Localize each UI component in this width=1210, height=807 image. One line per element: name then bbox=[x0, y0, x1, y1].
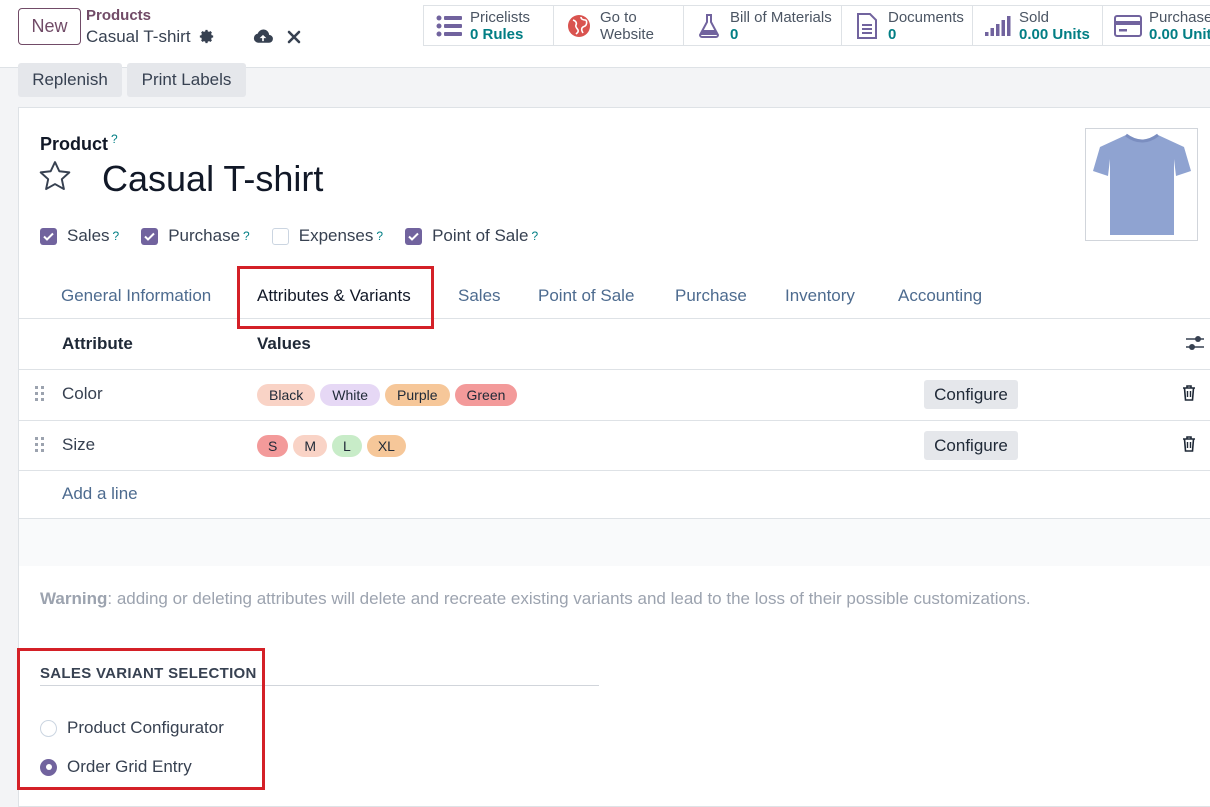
value-tag[interactable]: XL bbox=[366, 435, 406, 457]
help-tooltip[interactable]: ? bbox=[243, 229, 250, 243]
help-tooltip[interactable]: ? bbox=[113, 229, 120, 243]
smart-value: 0.00 Units bbox=[1149, 25, 1210, 43]
checkbox-sales[interactable]: Sales? bbox=[40, 226, 119, 246]
breadcrumb-parent[interactable]: Products bbox=[86, 7, 151, 24]
smart-button-website[interactable]: Go to Website bbox=[553, 5, 684, 46]
value-tag[interactable]: L bbox=[332, 435, 362, 457]
check-icon bbox=[141, 227, 159, 245]
tab-general-information[interactable]: General Information bbox=[61, 286, 211, 306]
tab-sales[interactable]: Sales bbox=[458, 286, 501, 306]
smart-label: Go to bbox=[600, 8, 637, 26]
control-panel: New Products Casual T-shirt Pricelists 0 … bbox=[0, 0, 1210, 68]
globe-icon bbox=[564, 11, 594, 41]
configure-button[interactable]: Configure bbox=[924, 380, 1018, 409]
form-sheet: Product? Casual T-shirt Sales? Purchase?… bbox=[17, 107, 1210, 807]
trash-icon[interactable] bbox=[1182, 385, 1196, 406]
check-icon bbox=[40, 227, 57, 245]
value-tag[interactable]: S bbox=[257, 435, 289, 457]
warning-message: : adding or deleting attributes will del… bbox=[107, 589, 1031, 608]
smart-label: Sold bbox=[1019, 8, 1050, 26]
smart-value: 0 bbox=[730, 25, 739, 43]
breadcrumb-actions bbox=[198, 28, 301, 45]
smart-label: Bill of Materials bbox=[730, 8, 832, 26]
attribute-name[interactable]: Size bbox=[62, 435, 95, 455]
notebook-tabs: General Information Attributes & Variant… bbox=[19, 268, 1210, 319]
smart-value: 0 Rules bbox=[470, 25, 524, 43]
help-tooltip[interactable]: ? bbox=[376, 229, 383, 243]
product-name-field[interactable]: Casual T-shirt bbox=[102, 158, 323, 200]
highlight-box bbox=[237, 266, 434, 329]
checkbox-point-of-sale[interactable]: Point of Sale? bbox=[405, 226, 538, 246]
row-divider bbox=[19, 470, 1210, 471]
smart-value: 0 bbox=[888, 25, 897, 43]
value-tag[interactable]: Purple bbox=[385, 384, 450, 406]
smart-button-pricelists[interactable]: Pricelists 0 Rules bbox=[423, 5, 554, 46]
value-tag[interactable]: Green bbox=[454, 384, 518, 406]
list-icon bbox=[434, 11, 464, 41]
replenish-button[interactable]: Replenish bbox=[18, 63, 122, 97]
table-row[interactable]: Size S M L XL Configure bbox=[19, 420, 1210, 471]
help-tooltip[interactable]: ? bbox=[532, 229, 539, 243]
tab-accounting[interactable]: Accounting bbox=[898, 286, 982, 306]
close-icon[interactable] bbox=[287, 30, 301, 44]
checkbox-label: Point of Sale bbox=[432, 226, 529, 245]
table-row[interactable]: Color Black White Purple Green Configure bbox=[19, 369, 1210, 420]
cloud-upload-icon[interactable] bbox=[253, 28, 273, 45]
checkbox-label: Purchase bbox=[168, 226, 241, 245]
add-line-link[interactable]: Add a line bbox=[62, 484, 138, 504]
value-tag[interactable]: Black bbox=[257, 384, 316, 406]
warning-text: Warning: adding or deleting attributes w… bbox=[40, 589, 1031, 609]
breadcrumb-current: Casual T-shirt bbox=[86, 27, 191, 46]
optional-columns-icon[interactable] bbox=[1185, 334, 1205, 357]
smart-button-bom[interactable]: Bill of Materials 0 bbox=[683, 5, 842, 46]
product-flags: Sales? Purchase? Expenses? Point of Sale… bbox=[40, 226, 560, 246]
checkbox-label: Sales bbox=[67, 226, 110, 245]
list-footer bbox=[19, 518, 1210, 566]
smart-value: Website bbox=[600, 25, 654, 43]
attribute-name[interactable]: Color bbox=[62, 384, 103, 404]
tab-point-of-sale[interactable]: Point of Sale bbox=[538, 286, 634, 306]
smart-button-documents[interactable]: Documents 0 bbox=[841, 5, 973, 46]
help-tooltip[interactable]: ? bbox=[111, 132, 118, 146]
gear-icon[interactable] bbox=[198, 28, 215, 45]
signal-bars-icon bbox=[983, 11, 1013, 41]
checkbox-label: Expenses bbox=[298, 226, 374, 245]
smart-label: Pricelists bbox=[470, 8, 531, 26]
warning-label: Warning bbox=[40, 589, 108, 608]
attribute-values[interactable]: Black White Purple Green bbox=[257, 384, 518, 406]
check-icon bbox=[405, 227, 423, 245]
product-label: Product? bbox=[40, 132, 118, 154]
checkbox-purchase[interactable]: Purchase? bbox=[141, 226, 250, 246]
checkbox-expenses[interactable]: Expenses? bbox=[271, 226, 383, 246]
print-labels-button[interactable]: Print Labels bbox=[127, 63, 246, 97]
column-header-attribute[interactable]: Attribute bbox=[62, 334, 133, 354]
drag-handle-icon[interactable] bbox=[35, 386, 45, 407]
smart-label: Documents bbox=[888, 8, 964, 26]
document-icon bbox=[852, 11, 882, 41]
tab-purchase[interactable]: Purchase bbox=[675, 286, 747, 306]
highlight-box bbox=[17, 648, 265, 790]
smart-label: Purchased bbox=[1149, 8, 1210, 26]
flask-icon bbox=[694, 11, 724, 41]
product-image[interactable] bbox=[1085, 128, 1198, 241]
smart-value: 0.00 Units bbox=[1019, 25, 1090, 43]
value-tag[interactable]: M bbox=[293, 435, 328, 457]
smart-button-purchased[interactable]: Purchased0.00 Units bbox=[1102, 5, 1210, 46]
drag-handle-icon[interactable] bbox=[35, 437, 45, 458]
trash-icon[interactable] bbox=[1182, 436, 1196, 457]
tab-inventory[interactable]: Inventory bbox=[785, 286, 855, 306]
empty-checkbox-icon bbox=[271, 227, 289, 245]
credit-card-icon bbox=[1113, 11, 1143, 41]
configure-button[interactable]: Configure bbox=[924, 431, 1018, 460]
new-button[interactable]: New bbox=[18, 8, 81, 45]
attribute-values[interactable]: S M L XL bbox=[257, 435, 406, 457]
column-header-values[interactable]: Values bbox=[257, 334, 311, 354]
favorite-star-icon[interactable] bbox=[38, 160, 72, 197]
tshirt-icon bbox=[1092, 133, 1191, 235]
value-tag[interactable]: White bbox=[320, 384, 381, 406]
smart-button-sold[interactable]: Sold 0.00 Units bbox=[972, 5, 1103, 46]
